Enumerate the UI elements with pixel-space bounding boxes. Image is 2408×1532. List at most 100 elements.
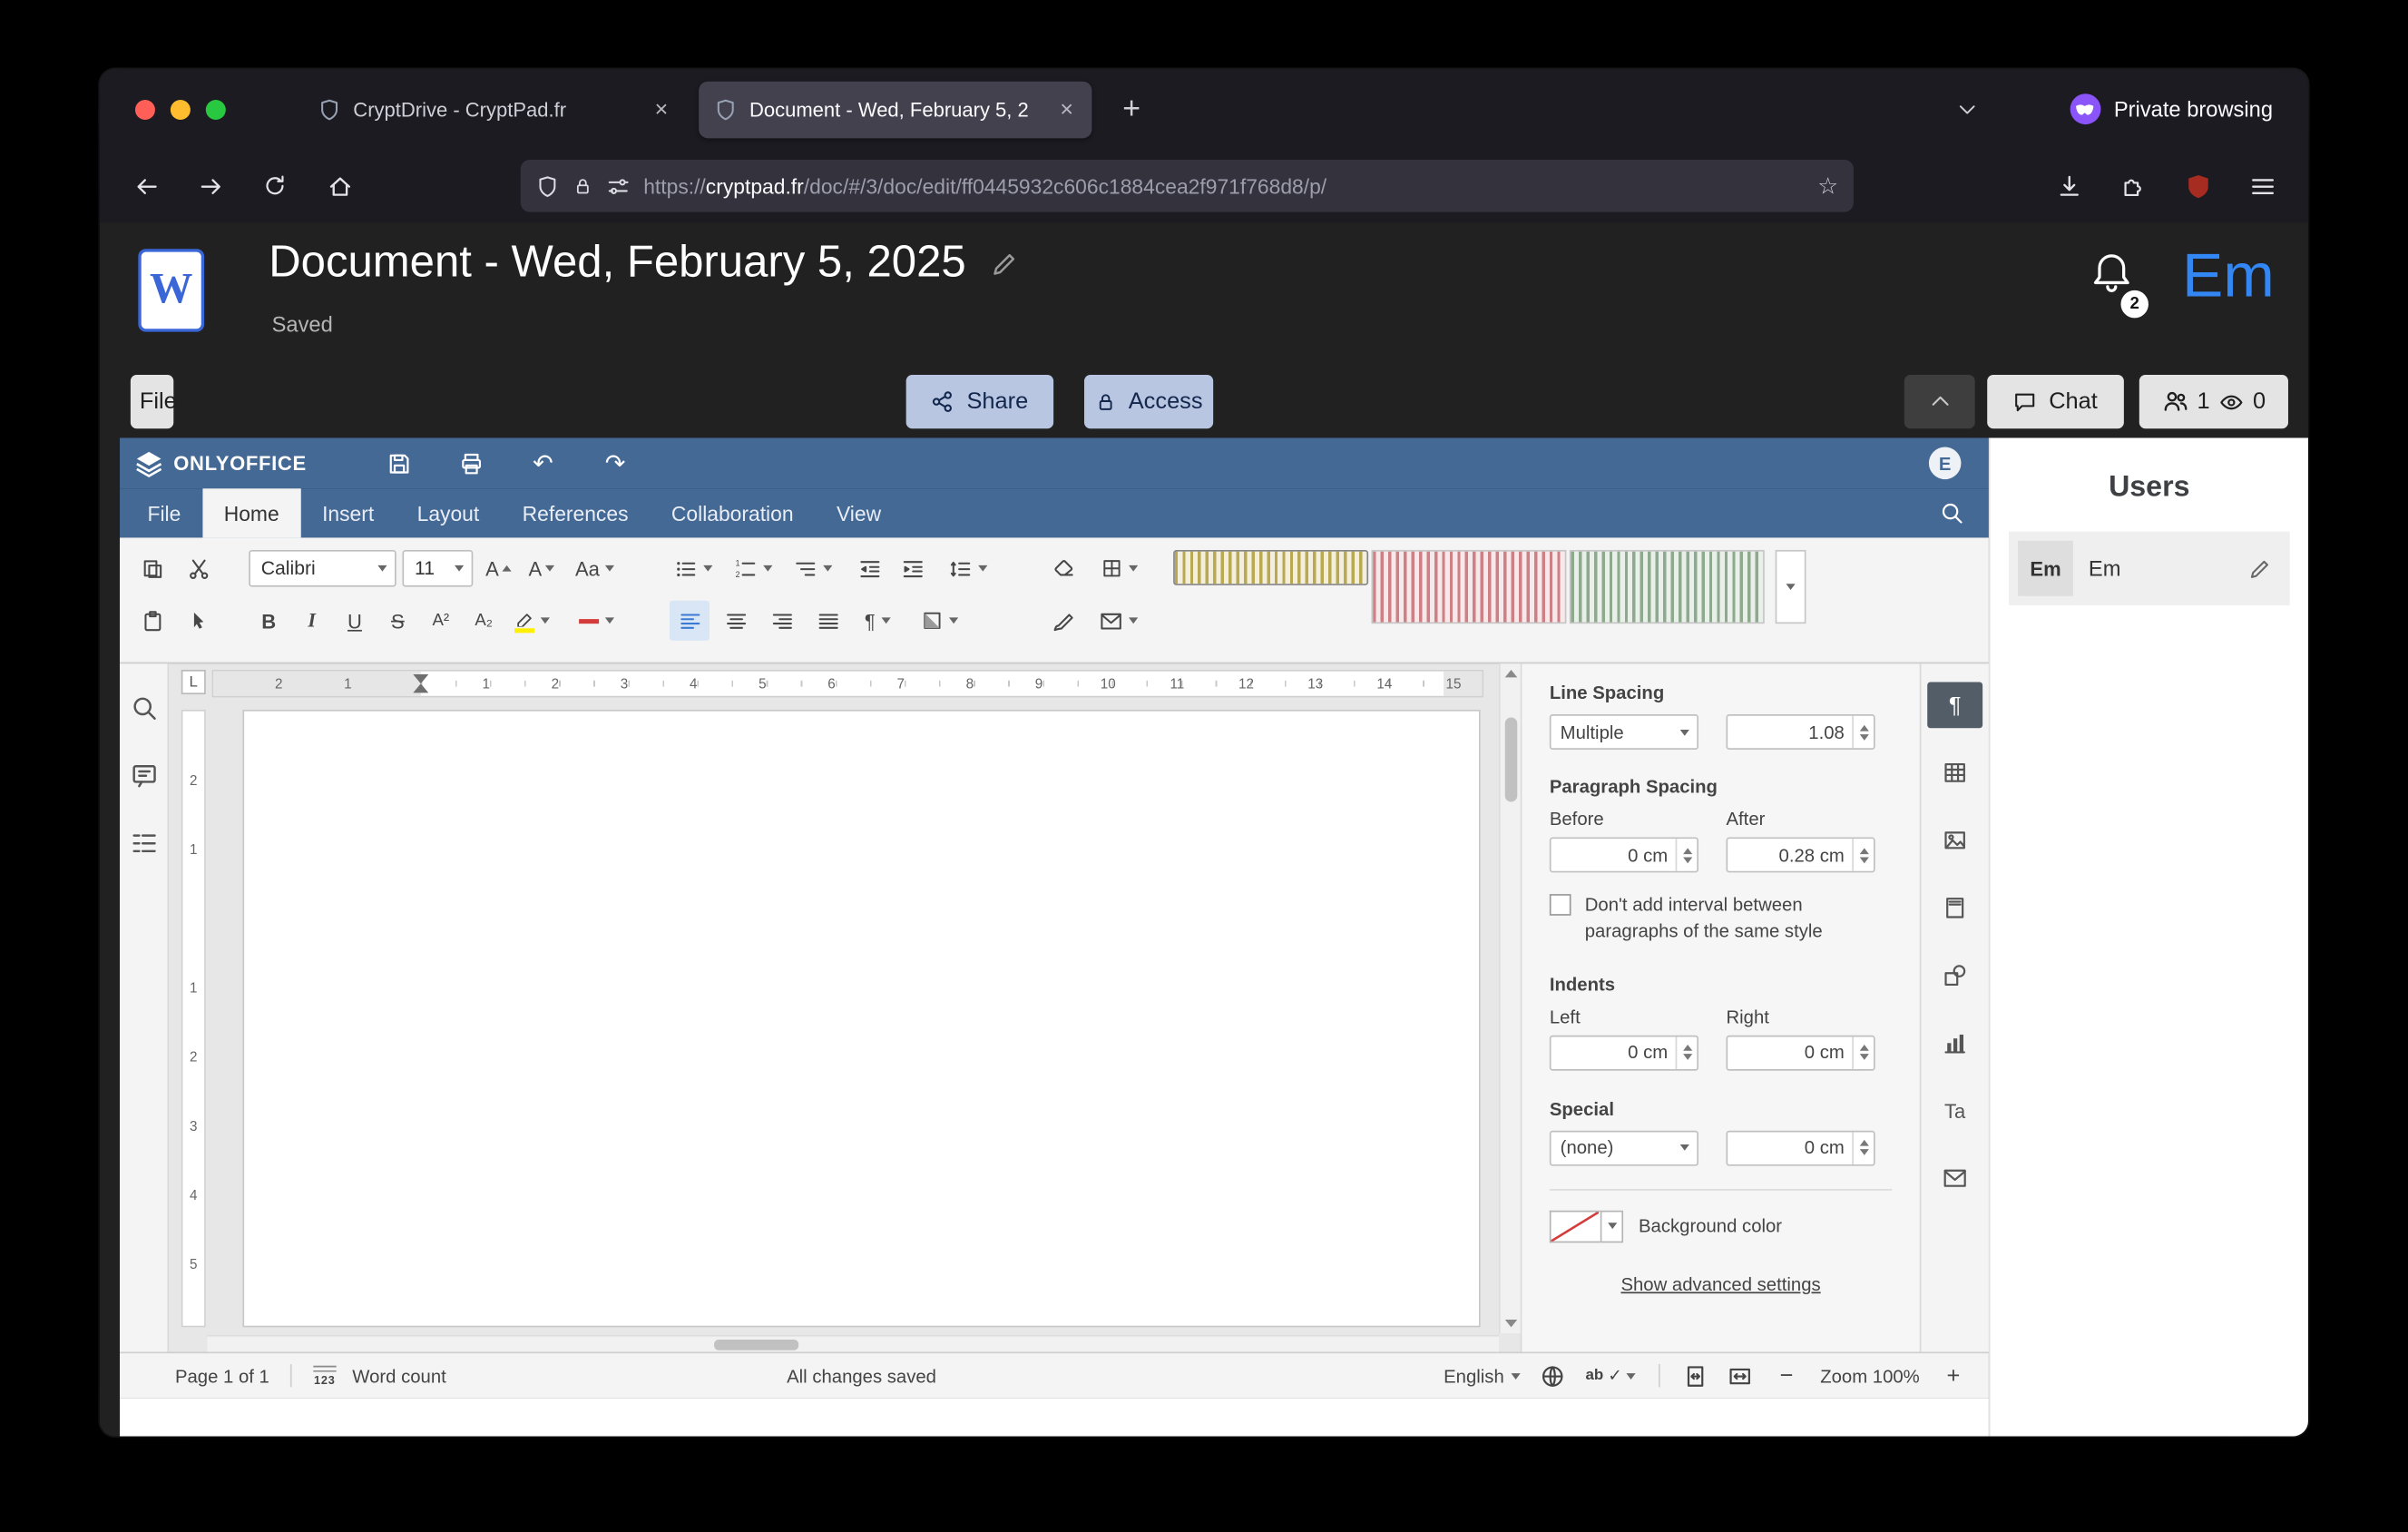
spinner-arrows[interactable]: [1852, 1036, 1874, 1069]
user-list-item[interactable]: Em Em: [2009, 532, 2290, 605]
save-button[interactable]: [377, 445, 420, 482]
justify-button[interactable]: [808, 601, 847, 641]
chart-settings-tab[interactable]: [1927, 1020, 1982, 1066]
mail-merge-button[interactable]: [1093, 601, 1151, 641]
close-window-button[interactable]: [135, 99, 155, 119]
document-page[interactable]: [242, 710, 1480, 1327]
table-settings-tab[interactable]: [1927, 750, 1982, 796]
menu-tab[interactable]: References: [501, 488, 650, 537]
font-name-select[interactable]: Calibri: [249, 550, 396, 587]
clear-style-button[interactable]: [1042, 548, 1084, 588]
increase-font-button[interactable]: A: [482, 548, 522, 588]
nonprinting-chars-button[interactable]: ¶: [854, 601, 909, 641]
edit-title-pencil-icon[interactable]: [991, 250, 1018, 277]
menu-tab[interactable]: Home: [202, 488, 300, 537]
home-button[interactable]: [315, 162, 364, 211]
underline-button[interactable]: U: [335, 601, 375, 641]
copy-style-button[interactable]: [1042, 601, 1084, 641]
background-color-dropdown[interactable]: [1600, 1210, 1623, 1242]
globe-icon[interactable]: [1541, 1363, 1565, 1388]
lock-icon[interactable]: [573, 176, 592, 196]
numbering-button[interactable]: 12: [729, 548, 785, 588]
file-menu-button[interactable]: File: [131, 375, 173, 428]
reload-button[interactable]: [250, 162, 299, 211]
no-interval-checkbox[interactable]: [1550, 894, 1571, 916]
paste-button[interactable]: [131, 601, 173, 641]
subscript-button[interactable]: A₂: [464, 601, 504, 641]
zoom-level[interactable]: Zoom 100%: [1820, 1365, 1920, 1387]
style-preview-normal[interactable]: [1173, 550, 1368, 585]
spinner-arrows[interactable]: [1852, 1132, 1874, 1164]
page-indicator[interactable]: Page 1 of 1: [175, 1365, 269, 1387]
edit-name-pencil-icon[interactable]: [2248, 557, 2271, 580]
cut-button[interactable]: [177, 548, 220, 588]
style-preview-heading[interactable]: [1570, 550, 1765, 624]
url-bar[interactable]: https://cryptpad.fr/doc/#/3/doc/edit/ff0…: [521, 160, 1854, 212]
fit-page-icon[interactable]: [1684, 1363, 1708, 1388]
search-button[interactable]: [1915, 488, 1989, 537]
collapse-toolbar-button[interactable]: [1904, 375, 1975, 428]
url-text[interactable]: https://cryptpad.fr/doc/#/3/doc/edit/ff0…: [643, 174, 1804, 197]
increase-indent-button[interactable]: [892, 548, 932, 588]
paragraph-shading-button[interactable]: [914, 601, 972, 641]
align-right-button[interactable]: [762, 601, 802, 641]
vertical-scrollbar[interactable]: [1499, 663, 1521, 1333]
permissions-sliders-icon[interactable]: [607, 174, 630, 197]
change-case-button[interactable]: Aa: [572, 548, 627, 588]
special-indent-select[interactable]: (none): [1550, 1130, 1698, 1165]
copy-button[interactable]: [131, 548, 173, 588]
language-button[interactable]: English: [1444, 1365, 1521, 1387]
bold-button[interactable]: B: [249, 601, 289, 641]
scrollbar-thumb[interactable]: [714, 1340, 798, 1350]
menu-tab[interactable]: Layout: [396, 488, 501, 537]
menu-hamburger-button[interactable]: [2237, 162, 2286, 211]
shading-button[interactable]: [1093, 548, 1151, 588]
minimize-window-button[interactable]: [171, 99, 191, 119]
decrease-font-button[interactable]: A: [525, 548, 565, 588]
select-all-button[interactable]: [177, 601, 220, 641]
browser-tab-cryptdrive[interactable]: CryptDrive - CryptPad.fr ×: [302, 81, 686, 138]
maximize-window-button[interactable]: [206, 99, 226, 119]
font-color-button[interactable]: [572, 601, 630, 641]
share-button[interactable]: Share: [906, 375, 1053, 428]
navigation-headings-icon[interactable]: [130, 830, 157, 857]
scroll-up-arrow[interactable]: [1504, 670, 1517, 677]
fit-width-icon[interactable]: [1728, 1363, 1753, 1388]
tracking-shield-icon[interactable]: [536, 174, 559, 197]
indent-left-spinner[interactable]: 0 cm: [1550, 1035, 1698, 1070]
users-presence-button[interactable]: 1 0: [2139, 375, 2288, 428]
document-title[interactable]: Document - Wed, February 5, 2025: [269, 238, 965, 289]
line-spacing-spinner[interactable]: 1.08: [1726, 714, 1875, 750]
superscript-button[interactable]: A²: [421, 601, 461, 641]
word-count-button[interactable]: Word count: [352, 1365, 446, 1387]
notification-badge[interactable]: 2: [2120, 290, 2148, 318]
spacing-before-spinner[interactable]: 0 cm: [1550, 837, 1698, 872]
align-left-button[interactable]: [670, 601, 710, 641]
left-indent-marker[interactable]: [413, 683, 428, 692]
mail-merge-settings-tab[interactable]: [1927, 1155, 1982, 1202]
extensions-puzzle-button[interactable]: [2109, 162, 2158, 211]
background-color-swatch[interactable]: [1550, 1210, 1600, 1242]
find-search-icon[interactable]: [130, 694, 157, 722]
close-tab-icon[interactable]: ×: [1057, 96, 1077, 123]
menu-tab[interactable]: Collaboration: [650, 488, 815, 537]
bookmark-star-icon[interactable]: ☆: [1817, 172, 1838, 200]
highlight-color-button[interactable]: [507, 601, 565, 641]
new-tab-button[interactable]: +: [1113, 92, 1150, 127]
notifications-bell-icon[interactable]: [2090, 250, 2133, 293]
access-button[interactable]: Access: [1084, 375, 1213, 428]
multilevel-list-button[interactable]: [789, 548, 845, 588]
comments-icon[interactable]: [130, 762, 157, 790]
collaborator-avatar[interactable]: E: [1929, 447, 1962, 480]
menu-tab[interactable]: File: [126, 488, 202, 537]
text-art-settings-tab[interactable]: Ta: [1927, 1087, 1982, 1134]
indent-right-spinner[interactable]: 0 cm: [1726, 1035, 1875, 1070]
first-line-indent-marker[interactable]: [413, 674, 428, 683]
browser-tab-document[interactable]: Document - Wed, February 5, 2 ×: [699, 81, 1091, 138]
spinner-arrows[interactable]: [1676, 1036, 1698, 1069]
horizontal-scrollbar[interactable]: [208, 1335, 1499, 1352]
strikethrough-button[interactable]: S: [377, 601, 417, 641]
align-center-button[interactable]: [716, 601, 756, 641]
paragraph-settings-tab[interactable]: ¶: [1927, 683, 1982, 729]
line-spacing-select[interactable]: Multiple: [1550, 714, 1698, 750]
